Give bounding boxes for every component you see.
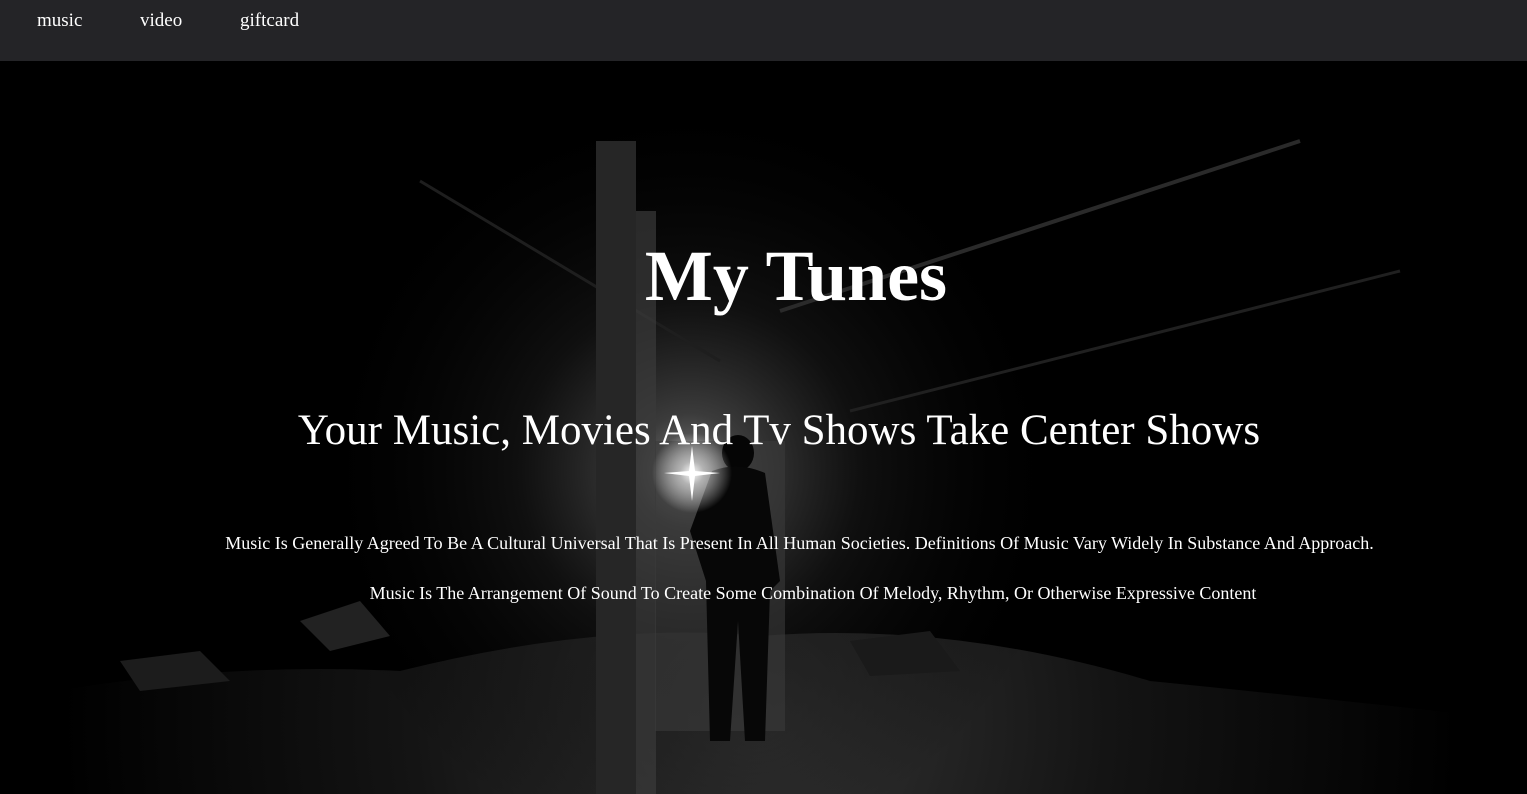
hero-title: My Tunes [644, 236, 948, 316]
nav-link-music[interactable]: music [37, 10, 82, 32]
hero-subtitle: Your Music, Movies And Tv Shows Take Cen… [297, 407, 1261, 454]
nav-link-video[interactable]: video [140, 10, 182, 32]
top-navbar: music video giftcard [0, 0, 1527, 61]
hero-paragraph-2: Music Is The Arrangement Of Sound To Cre… [369, 583, 1257, 603]
hero-section: My Tunes Your Music, Movies And Tv Shows… [0, 61, 1527, 794]
nav-link-giftcard[interactable]: giftcard [240, 10, 299, 32]
hero-paragraph-1: Music Is Generally Agreed To Be A Cultur… [225, 533, 1374, 553]
